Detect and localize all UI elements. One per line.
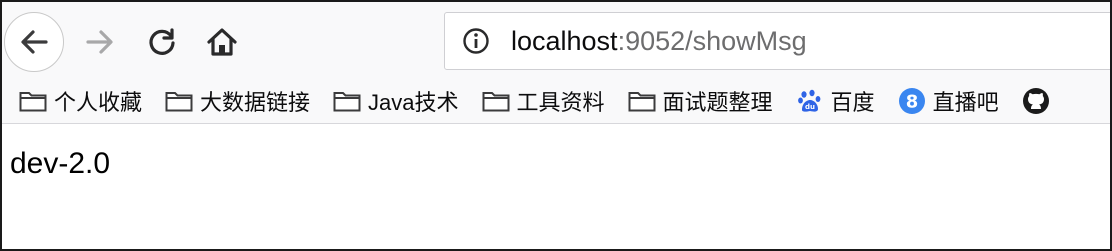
back-button[interactable] [4, 12, 64, 72]
bookmark-zhibo8[interactable]: 8 直播吧 [897, 85, 999, 117]
page-body-text: dev-2.0 [10, 147, 111, 180]
bookmark-label: 面试题整理 [662, 89, 773, 115]
bookmark-github[interactable] [1021, 87, 1057, 114]
url-text[interactable]: localhost:9052/showMsg [511, 26, 807, 57]
folder-icon [164, 89, 194, 113]
arrow-right-icon [86, 30, 113, 54]
bookmark-label: 个人收藏 [54, 89, 143, 115]
url-path: :9052/showMsg [617, 25, 807, 56]
folder-icon [332, 89, 362, 113]
reload-button[interactable] [140, 20, 184, 64]
reload-icon [149, 28, 175, 55]
navigation-toolbar: localhost:9052/showMsg [2, 2, 1110, 78]
url-host: localhost [511, 25, 618, 56]
bookmark-label: 大数据链接 [200, 89, 311, 115]
bookmark-label: 直播吧 [932, 89, 999, 115]
home-icon [207, 28, 237, 56]
bookmarks-toolbar: 个人收藏 大数据链接 Java技术 工具资料 面试题整理 du 百度 8 直播吧 [2, 78, 1110, 124]
bookmark-label: Java技术 [368, 89, 459, 115]
svg-text:du: du [805, 103, 815, 111]
zhibo8-icon: 8 [897, 87, 927, 114]
arrow-left-icon [21, 30, 48, 54]
bookmark-folder-tools[interactable]: 工具资料 [481, 85, 605, 117]
browser-window: localhost:9052/showMsg 个人收藏 大数据链接 Java技术 [0, 0, 1112, 251]
bookmark-folder-interview[interactable]: 面试题整理 [627, 85, 773, 117]
bookmark-baidu[interactable]: du 百度 [795, 85, 875, 117]
folder-icon [18, 89, 48, 113]
bookmark-label: 工具资料 [516, 89, 605, 115]
info-icon[interactable] [461, 26, 491, 56]
folder-icon [481, 89, 511, 113]
bookmark-folder-java[interactable]: Java技术 [332, 85, 459, 117]
svg-text:8: 8 [905, 91, 918, 112]
folder-icon [627, 89, 657, 113]
bookmark-folder-favorites[interactable]: 个人收藏 [18, 85, 142, 117]
bookmark-label: 百度 [830, 89, 875, 115]
github-icon [1021, 87, 1051, 114]
baidu-paw-icon: du [795, 89, 825, 113]
home-button[interactable] [200, 20, 244, 64]
forward-button[interactable] [78, 20, 122, 64]
page-content: dev-2.0 [2, 125, 1110, 249]
address-bar[interactable]: localhost:9052/showMsg [444, 12, 1110, 70]
bookmark-folder-bigdata[interactable]: 大数据链接 [164, 85, 310, 117]
